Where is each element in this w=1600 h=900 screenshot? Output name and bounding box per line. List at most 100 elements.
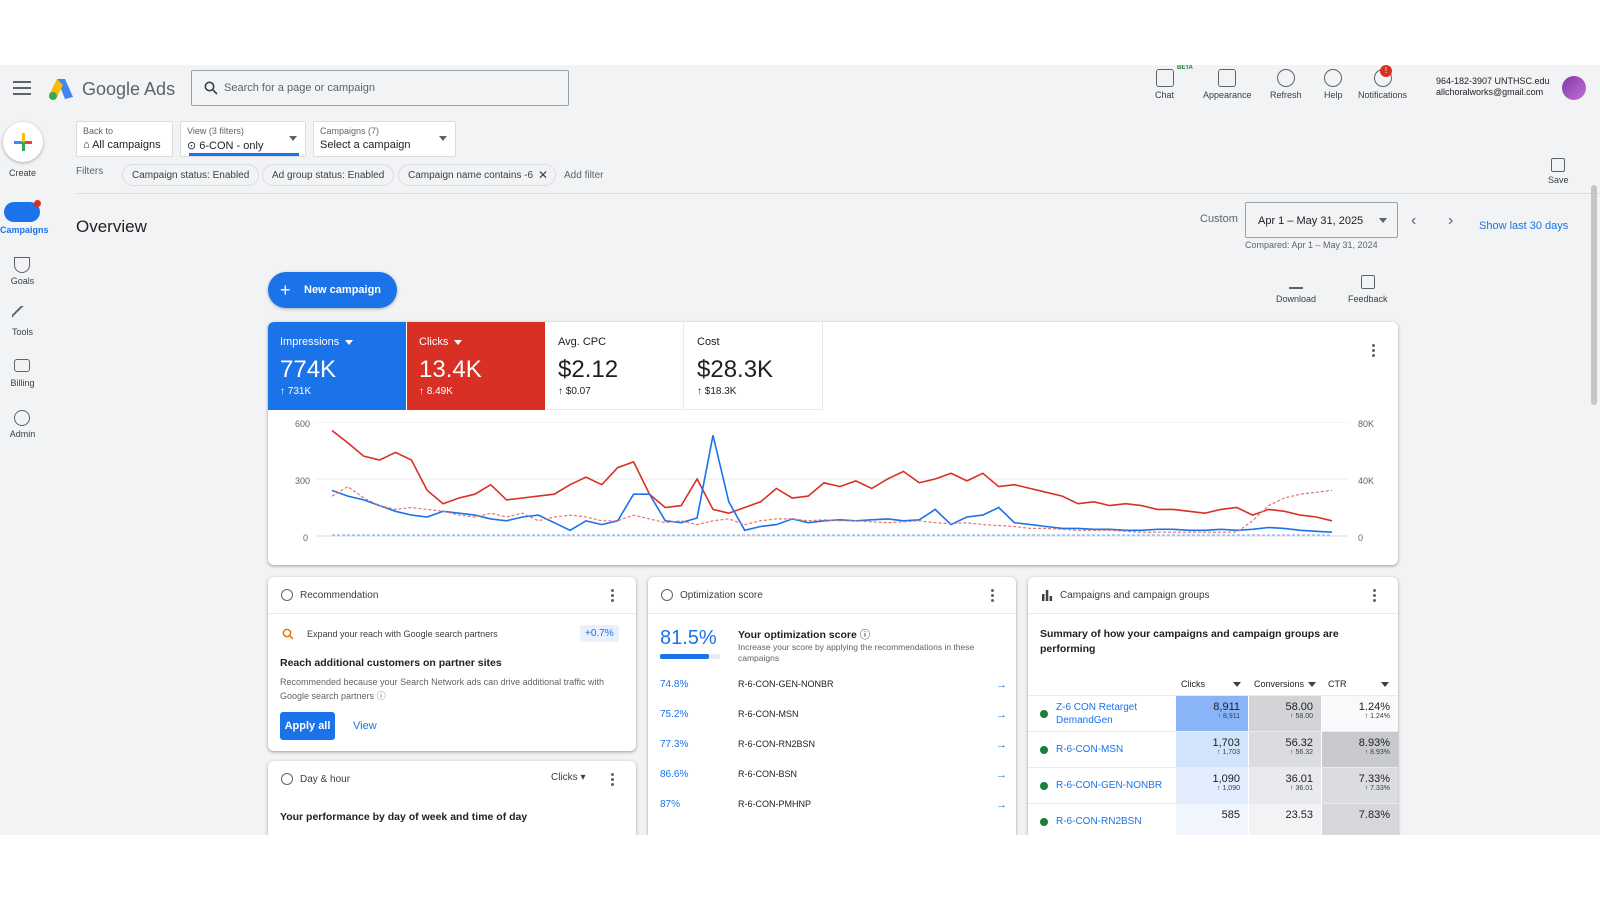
- view-icon: ⊙: [187, 140, 200, 152]
- view-selector[interactable]: View (3 filters) ⊙ 6-CON - only: [180, 121, 306, 157]
- column-header-clicks[interactable]: Clicks: [1181, 679, 1241, 689]
- ctr-compare: ↑ 1.24%: [1364, 713, 1390, 720]
- ctr-compare-value: 8.93%: [1370, 749, 1390, 756]
- table-row[interactable]: Z-6 CON Retarget DemandGen 8,911 ↑ 8,911 …: [1028, 695, 1398, 732]
- clicks-compare: ↑ 1,703: [1217, 749, 1240, 756]
- chevron-right-icon[interactable]: ›: [1448, 212, 1453, 230]
- arrow-right-icon[interactable]: →: [996, 709, 1007, 721]
- campaign-selector[interactable]: Campaigns (7) Select a campaign: [313, 121, 456, 157]
- table-row[interactable]: R-6-CON-GEN-NONBR 1,090 ↑ 1,090 36.01 ↑ 36…: [1028, 767, 1398, 804]
- gear-icon: [14, 410, 30, 426]
- chat-button[interactable]: BETA Chat: [1155, 65, 1193, 100]
- chevron-down-icon: [1380, 682, 1389, 688]
- list-item[interactable]: 75.2% R-6-CON-MSN →: [648, 709, 1016, 723]
- series-line-2: [331, 435, 1333, 533]
- filter-chip-campaign-status[interactable]: Campaign status: Enabled: [122, 164, 260, 186]
- avatar[interactable]: [1562, 76, 1586, 100]
- campaign-name-link[interactable]: Z-6 CON Retarget DemandGen: [1056, 701, 1176, 727]
- metric-impressions[interactable]: Impressions 774K ↑ 731K: [268, 322, 406, 410]
- more-vert-icon[interactable]: [1373, 589, 1377, 604]
- campaigns-count-label: Campaigns (7): [320, 126, 380, 136]
- filter-chip-campaign-name[interactable]: Campaign name contains -6 ✕: [398, 164, 557, 186]
- optimization-row-name: R-6-CON-BSN: [738, 769, 798, 779]
- filter-chip-ad-group-status[interactable]: Ad group status: Enabled: [262, 164, 395, 186]
- download-button[interactable]: Download: [1276, 275, 1316, 304]
- more-vert-icon[interactable]: [611, 589, 615, 604]
- arrow-right-icon[interactable]: →: [996, 799, 1007, 811]
- sidebar-item-billing[interactable]: Billing: [0, 378, 45, 388]
- conversions-value: 23.53: [1285, 809, 1313, 821]
- save-button[interactable]: Save: [1548, 158, 1569, 185]
- day-hour-metric-value: Clicks: [551, 772, 578, 783]
- conversions-compare: ↑ 56.32: [1290, 749, 1313, 756]
- chevron-down-icon: [289, 136, 297, 141]
- table-row[interactable]: R-6-CON-RN2BSN 585 23.53 7.83%: [1028, 803, 1398, 835]
- list-item[interactable]: 86.6% R-6-CON-BSN →: [648, 769, 1016, 783]
- search-placeholder: Search for a page or campaign: [224, 82, 376, 94]
- campaign-name-link[interactable]: R-6-CON-MSN: [1056, 743, 1176, 756]
- back-to-all-campaigns[interactable]: Back to ⌂ All campaigns: [76, 121, 173, 157]
- clicks-value: 1,703: [1212, 737, 1240, 749]
- menu-icon[interactable]: [13, 81, 31, 95]
- apply-all-button[interactable]: Apply all: [280, 712, 335, 740]
- campaign-name-link[interactable]: R-6-CON-GEN-NONBR: [1056, 779, 1176, 792]
- card-divider: [268, 613, 636, 614]
- arrow-right-icon[interactable]: →: [996, 769, 1007, 781]
- optimization-score-fill: [660, 654, 709, 659]
- sidebar-item-tools[interactable]: Tools: [0, 327, 45, 337]
- chevron-left-icon[interactable]: ‹: [1411, 212, 1416, 230]
- table-row[interactable]: R-6-CON-MSN 1,703 ↑ 1,703 56.32 ↑ 56.32 8.…: [1028, 731, 1398, 768]
- custom-label: Custom: [1200, 213, 1238, 225]
- show-last-30-days-link[interactable]: Show last 30 days: [1479, 220, 1568, 232]
- more-vert-icon[interactable]: [1372, 344, 1376, 359]
- metric-cost[interactable]: Cost $28.3K ↑ $18.3K: [685, 322, 823, 410]
- more-vert-icon[interactable]: [991, 589, 995, 604]
- day-hour-metric-selector[interactable]: Clicks ▾: [551, 772, 585, 783]
- more-vert-icon[interactable]: [611, 773, 615, 788]
- metric-clicks[interactable]: Clicks 13.4K ↑ 8.49K: [407, 322, 545, 410]
- add-filter-button[interactable]: Add filter: [564, 170, 603, 181]
- list-item[interactable]: 77.3% R-6-CON-RN2BSN →: [648, 739, 1016, 753]
- chevron-down-icon: ▾: [580, 772, 586, 783]
- column-header-conversions-text: Conversions: [1254, 679, 1305, 689]
- help-button[interactable]: Help: [1324, 69, 1343, 100]
- help-icon[interactable]: ⓘ: [377, 691, 386, 701]
- column-header-ctr-text: CTR: [1328, 679, 1347, 689]
- create-button[interactable]: [3, 122, 43, 162]
- page-scrollbar[interactable]: [1591, 185, 1597, 405]
- metric-cost-compare-value: $18.3K: [704, 386, 737, 397]
- arrow-right-icon[interactable]: →: [996, 739, 1007, 751]
- account-info[interactable]: 964-182-3907 UNTHSC.edu allchoralworks@g…: [1436, 76, 1550, 98]
- arrow-up-icon: ↑: [697, 386, 705, 397]
- arrow-right-icon[interactable]: →: [996, 679, 1007, 691]
- new-campaign-button[interactable]: + New campaign: [268, 272, 397, 308]
- close-icon[interactable]: ✕: [538, 168, 548, 182]
- series-line-3: [331, 485, 1333, 533]
- feedback-button[interactable]: Feedback: [1348, 275, 1388, 304]
- column-header-ctr[interactable]: CTR: [1328, 679, 1389, 689]
- notification-badge: !: [1380, 65, 1392, 77]
- list-item[interactable]: 87% R-6-CON-PMHNP →: [648, 799, 1016, 813]
- metric-avg-cpc[interactable]: Avg. CPC $2.12 ↑ $0.07: [546, 322, 684, 410]
- help-icon[interactable]: ⓘ: [860, 629, 871, 641]
- optimization-row-pct: 74.8%: [660, 679, 689, 690]
- search-input[interactable]: Search for a page or campaign: [191, 70, 569, 106]
- megaphone-icon[interactable]: [4, 200, 41, 222]
- notifications-button[interactable]: ! Notifications: [1358, 65, 1407, 100]
- campaign-name-link[interactable]: R-6-CON-RN2BSN: [1056, 815, 1176, 828]
- view-button[interactable]: View: [353, 720, 377, 732]
- column-header-conversions[interactable]: Conversions: [1254, 679, 1317, 689]
- list-item[interactable]: 74.8% R-6-CON-GEN-NONBR →: [648, 679, 1016, 693]
- metric-avg-cpc-compare: ↑ $0.07: [558, 386, 591, 397]
- refresh-button[interactable]: Refresh: [1270, 69, 1302, 100]
- date-range-picker[interactable]: Apr 1 – May 31, 2025: [1245, 202, 1398, 238]
- feedback-label: Feedback: [1348, 294, 1388, 304]
- all-campaigns-label: ⌂ All campaigns: [83, 139, 161, 151]
- sidebar-item-goals[interactable]: Goals: [0, 276, 45, 286]
- metric-impressions-compare: ↑ 731K: [280, 386, 311, 397]
- appearance-button[interactable]: Appearance: [1203, 69, 1252, 100]
- sidebar-item-admin[interactable]: Admin: [0, 429, 45, 439]
- sidebar-item-campaigns[interactable]: Campaigns: [0, 225, 49, 235]
- optimization-row-name: R-6-CON-MSN: [738, 709, 799, 719]
- ctr-cell: 8.93% ↑ 8.93%: [1322, 732, 1398, 768]
